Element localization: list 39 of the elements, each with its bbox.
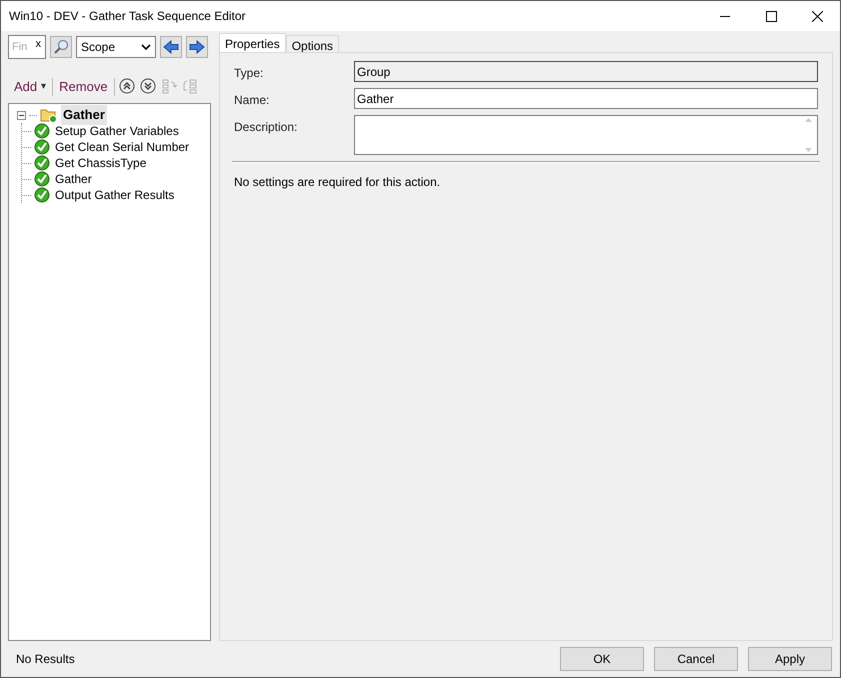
status-text: No Results	[16, 651, 76, 668]
dialog-button[interactable]: OK	[560, 647, 644, 671]
field-label: Type:	[234, 65, 264, 82]
info-message: No settings are required for this action.	[234, 174, 442, 191]
search-button[interactable]	[50, 36, 72, 58]
caret-icon	[141, 44, 151, 50]
close-icon	[812, 10, 822, 22]
tree-item[interactable]: Output Gather Results	[53, 186, 176, 204]
field-label: Description:	[234, 119, 298, 136]
tab[interactable]: Properties	[219, 33, 286, 52]
check-icon	[34, 155, 50, 171]
tab[interactable]: Options	[286, 35, 340, 52]
check-icon	[34, 187, 50, 203]
dialog-button[interactable]: Cancel	[654, 647, 738, 671]
tree-item[interactable]: Get ChassisType	[53, 154, 148, 172]
add-menu-button[interactable]: Add ▾	[12, 76, 48, 96]
folder-icon	[40, 107, 58, 123]
move-up-button[interactable]	[118, 78, 136, 95]
scope-dropdown[interactable]: Scope	[76, 36, 156, 58]
field-label: Name:	[234, 92, 270, 109]
tree-item[interactable]: Gather	[53, 170, 94, 188]
maximize-icon	[766, 10, 776, 22]
check-icon	[34, 171, 50, 187]
check-icon	[34, 123, 50, 139]
clear-button[interactable]: x	[36, 39, 41, 50]
remove-button[interactable]: Remove	[57, 76, 110, 96]
window-title: Win10 - DEV - Gather Task Sequence Editor	[9, 8, 247, 25]
tree-item[interactable]: Setup Gather Variables	[53, 122, 181, 140]
type-field[interactable]: Group	[354, 61, 818, 82]
collapse-icon[interactable]	[17, 110, 26, 120]
tree-item[interactable]: Gather	[61, 105, 107, 125]
back-button[interactable]	[160, 36, 182, 58]
dialog-button[interactable]: Apply	[748, 647, 832, 671]
tree-item[interactable]: Get Clean Serial Number	[53, 138, 192, 156]
forward-button[interactable]	[186, 36, 208, 58]
move-down-button[interactable]	[140, 78, 157, 95]
check-icon	[34, 139, 50, 155]
name-field[interactable]: Gather	[354, 88, 818, 109]
caret-icon: ▾	[41, 79, 46, 94]
